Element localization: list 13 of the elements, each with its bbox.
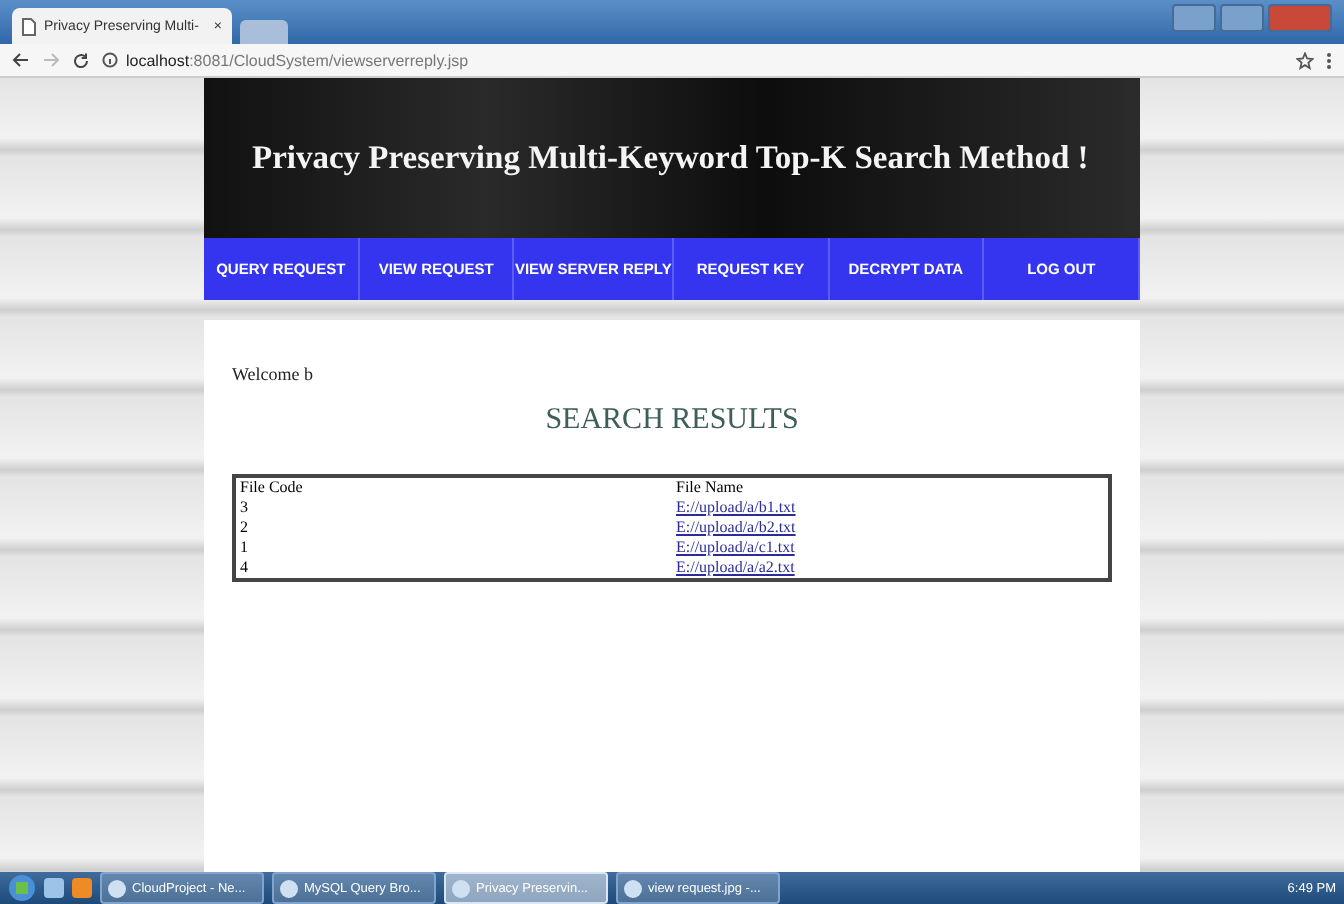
file-link[interactable]: E://upload/a/b2.txt	[676, 518, 796, 536]
column-header: File Name	[672, 476, 1110, 498]
table-cell: 4	[234, 558, 672, 580]
site-title: Privacy Preserving Multi-Keyword Top-K Search Method !	[252, 138, 1089, 178]
results-heading: SEARCH RESULTS	[543, 404, 801, 438]
welcome-text: Welcome b	[232, 364, 316, 384]
table-cell: 1	[234, 538, 672, 558]
file-link[interactable]: E://upload/a/b1.txt	[676, 498, 796, 516]
column-header: File Code	[234, 476, 672, 498]
file-link[interactable]: E://upload/a/a2.txt	[676, 558, 795, 576]
table-cell: 3	[234, 498, 672, 518]
table-cell: 2	[234, 518, 672, 538]
file-link[interactable]: E://upload/a/c1.txt	[676, 538, 795, 556]
